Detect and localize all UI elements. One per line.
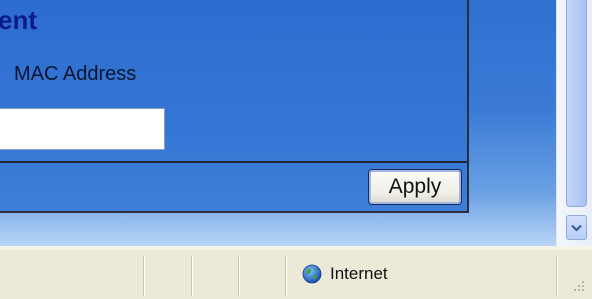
scrollbar-thumb[interactable]: [566, 0, 587, 207]
mac-address-input[interactable]: [0, 108, 165, 150]
status-separator: [143, 256, 145, 296]
zone-label: Internet: [330, 264, 388, 283]
apply-button[interactable]: Apply: [368, 169, 462, 205]
status-separator: [238, 256, 240, 296]
resize-grip-icon[interactable]: [570, 277, 586, 293]
scroll-down-button[interactable]: [566, 215, 587, 240]
security-zone: Internet: [302, 264, 388, 284]
mac-address-label: MAC Address: [14, 63, 137, 85]
page-content: ent MAC Address Apply: [0, 0, 556, 246]
panel-divider: [0, 161, 467, 163]
chevron-down-icon: [571, 224, 582, 232]
status-separator: [285, 256, 287, 296]
globe-icon: [302, 264, 322, 284]
section-heading: ent: [0, 5, 37, 35]
settings-panel: ent MAC Address Apply: [0, 0, 469, 213]
status-separator: [556, 256, 558, 296]
status-separator: [191, 256, 193, 296]
status-bar: Internet: [0, 246, 592, 299]
